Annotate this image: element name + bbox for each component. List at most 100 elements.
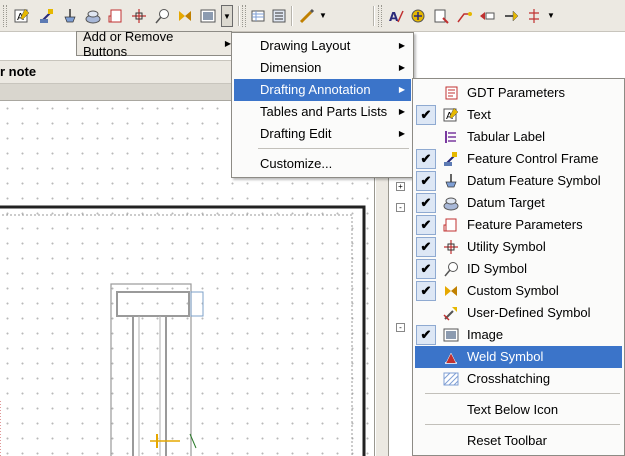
menu-item-label: Tables and Parts Lists [260, 104, 388, 119]
menu-item-label: Text [467, 107, 491, 122]
menu-item-text-below-icon[interactable]: Text Below Icon [415, 399, 622, 421]
toolbar-separator [291, 6, 293, 26]
menu-item-label: Customize... [260, 156, 333, 171]
tree-collapse-icon[interactable]: - [396, 203, 405, 212]
menu-item-feature-control-frame[interactable]: ✔ Feature Control Frame [415, 148, 622, 170]
menu-item-dimension[interactable]: Dimension ▶ [234, 57, 411, 79]
checkmark-icon: ✔ [416, 149, 436, 169]
menu-item-drafting-edit[interactable]: Drafting Edit ▶ [234, 123, 411, 145]
table-icon[interactable] [249, 7, 267, 25]
menu-item-weld-symbol[interactable]: Weld Symbol [415, 346, 622, 368]
menu-item-label: ID Symbol [467, 261, 527, 276]
drafting-toolbar: A ▼ ▼ A ▼ [0, 0, 625, 32]
menu-item-feature-parameters[interactable]: ✔ Feature Parameters [415, 214, 622, 236]
menu-item-label: Text Below Icon [467, 402, 559, 417]
origin-tool-icon[interactable] [409, 7, 427, 25]
menu-item-tabular-label[interactable]: Tabular Label [415, 126, 622, 148]
datum-feature-symbol-icon[interactable] [61, 7, 79, 25]
menu-item-drawing-layout[interactable]: Drawing Layout ▶ [234, 35, 411, 57]
submenu-arrow-icon: ▶ [398, 129, 405, 138]
menu-separator [425, 393, 620, 394]
left-panel-header: r note [0, 60, 232, 84]
toolbar-options-dropdown[interactable]: ▼ [545, 5, 557, 27]
tabular-label-icon [443, 129, 459, 145]
annotation-edit-icon[interactable] [432, 7, 450, 25]
menu-item-crosshatching[interactable]: Crosshatching [415, 368, 622, 390]
menu-item-drafting-annotation[interactable]: Drafting Annotation ▶ [234, 79, 411, 101]
toolbar-separator [373, 6, 375, 26]
arrow-tool-icon[interactable] [502, 7, 520, 25]
toolbar-grip[interactable] [242, 5, 246, 27]
tree-collapse-icon[interactable]: - [396, 323, 405, 332]
feature-control-frame-icon[interactable] [38, 7, 56, 25]
feature-parameters-icon[interactable] [107, 7, 125, 25]
menu-item-label: Drafting Annotation [260, 82, 371, 97]
menu-item-datum-feature-symbol[interactable]: ✔ Datum Feature Symbol [415, 170, 622, 192]
menu-item-label: Feature Control Frame [467, 151, 599, 166]
symbol-tool-icon[interactable] [478, 7, 496, 25]
menu-item-image[interactable]: ✔ Image [415, 324, 622, 346]
checkmark-icon: ✔ [416, 171, 436, 191]
feature-control-frame-icon [443, 151, 459, 167]
menu-item-gdt-parameters[interactable]: GDT Parameters [415, 82, 622, 104]
parts-list-icon[interactable] [270, 7, 288, 25]
image-icon[interactable] [199, 7, 217, 25]
menu-item-label: Crosshatching [467, 371, 551, 386]
edit-drafting-icon[interactable] [298, 7, 316, 25]
id-symbol-icon [443, 261, 459, 277]
feature-parameters-icon [443, 217, 459, 233]
checkmark-icon: ✔ [416, 259, 436, 279]
datum-target-icon[interactable] [84, 7, 102, 25]
checkmark-icon: ✔ [416, 105, 436, 125]
custom-symbol-icon[interactable] [176, 7, 194, 25]
section-tool-icon[interactable] [525, 7, 543, 25]
toolbar-grip[interactable] [3, 5, 7, 27]
checkmark-icon: ✔ [416, 237, 436, 257]
menu-item-label: Image [467, 327, 504, 342]
utility-symbol-icon[interactable] [130, 7, 148, 25]
gdt-parameters-icon [443, 85, 459, 101]
menu-item-label: GDT Parameters [467, 85, 566, 100]
menu-item-customize[interactable]: Customize... [234, 153, 411, 175]
leader-tool-icon[interactable] [455, 7, 473, 25]
menu-item-datum-target[interactable]: ✔ Datum Target [415, 192, 622, 214]
toolbar-options-dropdown[interactable]: ▼ [221, 5, 233, 27]
add-remove-label: Add or Remove Buttons [83, 28, 174, 59]
menu-item-utility-symbol[interactable]: ✔ Utility Symbol [415, 236, 622, 258]
menu-separator [258, 148, 409, 149]
menu-item-label: Datum Target [467, 195, 545, 210]
checkmark-icon: ✔ [416, 193, 436, 213]
menu-item-label: User-Defined Symbol [467, 305, 591, 320]
custom-symbol-icon [443, 283, 459, 299]
id-symbol-icon[interactable] [153, 7, 171, 25]
toolbar-grip[interactable] [378, 5, 382, 27]
checkmark-icon: ✔ [416, 215, 436, 235]
menu-item-custom-symbol[interactable]: ✔ Custom Symbol [415, 280, 622, 302]
submenu-arrow-icon: ▶ [398, 63, 405, 72]
menu-item-text[interactable]: ✔ A Text [415, 104, 622, 126]
menu-item-tables-and-parts-lists[interactable]: Tables and Parts Lists ▶ [234, 101, 411, 123]
toolbar-options-menu: Drawing Layout ▶ Dimension ▶ Drafting An… [231, 32, 414, 178]
menu-item-reset-toolbar[interactable]: Reset Toolbar [415, 430, 622, 452]
add-remove-buttons[interactable]: Add or Remove Buttons ▶ [76, 28, 232, 59]
datum-feature-symbol-icon [443, 173, 459, 189]
datum-target-icon [443, 195, 459, 211]
menu-item-label: Drawing Layout [260, 38, 351, 53]
menu-item-label: Datum Feature Symbol [467, 173, 601, 188]
menu-item-label: Reset Toolbar [467, 433, 547, 448]
column-header: r note [0, 64, 37, 79]
toolbar-options-dropdown[interactable]: ▼ [317, 5, 329, 27]
header-strip [0, 84, 232, 101]
weld-symbol-icon [443, 349, 459, 365]
menu-item-user-defined-symbol[interactable]: User-Defined Symbol [415, 302, 622, 324]
menu-item-label: Drafting Edit [260, 126, 332, 141]
menu-item-label: Tabular Label [467, 129, 546, 144]
text-icon[interactable]: A [13, 7, 31, 25]
tree-expand-icon[interactable]: + [396, 182, 405, 191]
toolbar-separator [238, 6, 240, 26]
menu-item-id-symbol[interactable]: ✔ ID Symbol [415, 258, 622, 280]
menu-separator [425, 424, 620, 425]
svg-text:A: A [389, 10, 399, 24]
crosshatching-icon [443, 371, 459, 387]
annotation-style-icon[interactable]: A [387, 7, 405, 25]
